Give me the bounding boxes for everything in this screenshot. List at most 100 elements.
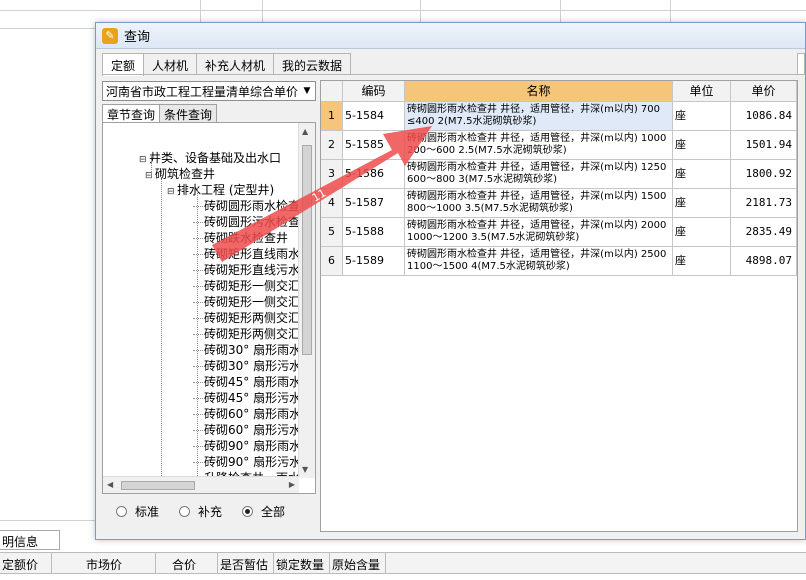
tab-scroll-button[interactable]: [797, 53, 805, 75]
tab-quota[interactable]: 定额: [102, 53, 145, 76]
tree-item[interactable]: 砖砌30° 扇形雨水: [193, 342, 299, 358]
tree-item-label: 砖砌矩形两侧交汇: [204, 311, 299, 325]
cell-price[interactable]: 1800.92: [731, 160, 797, 189]
radio-circle-icon[interactable]: [179, 505, 191, 517]
radio-supplement-label: 补充: [198, 504, 223, 519]
cell-name[interactable]: 砖砌圆形雨水检查井 井径，适用管径，井深(m以内) 1000 200～600 2…: [405, 131, 673, 160]
bg-header-cell[interactable]: 定额价: [0, 553, 52, 573]
tab-my-cloud-data[interactable]: 我的云数据: [273, 53, 352, 75]
tree-item[interactable]: ⊟ 井类、设备基础及出水口: [139, 150, 281, 166]
table-row[interactable]: 1 5-1584 砖砌圆形雨水检查井 井径，适用管径，井深(m以内) 700 ≤40…: [321, 102, 797, 131]
tree-expander-icon[interactable]: ⊟: [167, 184, 177, 200]
tree-item[interactable]: ⊟ 排水工程 (定型井): [167, 182, 274, 198]
cell-unit[interactable]: 座: [673, 160, 731, 189]
cell-code[interactable]: 5-1587: [343, 189, 405, 218]
tree-vertical-scrollbar[interactable]: ▲ ▼: [298, 123, 315, 478]
cell-price[interactable]: 1086.84: [731, 102, 797, 131]
tree-item[interactable]: 砖砌30° 扇形污水: [193, 358, 299, 374]
tree-item[interactable]: 砖砌圆形污水检查井: [193, 214, 299, 230]
tab-chapter-search[interactable]: 章节查询: [102, 104, 161, 123]
tree-item[interactable]: 砖砌矩形一侧交汇: [193, 278, 299, 294]
chevron-down-icon[interactable]: ▼: [299, 86, 315, 96]
bg-grid-line: [420, 0, 421, 24]
dialog-titlebar[interactable]: ✎ 查询: [96, 23, 805, 49]
row-index[interactable]: 3: [321, 160, 343, 189]
tree-item[interactable]: 砖砌90° 扇形雨水: [193, 438, 299, 454]
bg-header-cell[interactable]: 原始含量: [330, 553, 386, 573]
radio-standard[interactable]: 标准: [116, 503, 159, 520]
scrollbar-thumb[interactable]: [121, 481, 195, 490]
column-header-price[interactable]: 单价: [731, 81, 797, 102]
radio-circle-icon[interactable]: [242, 505, 254, 517]
cell-unit[interactable]: 座: [673, 131, 731, 160]
tree-item[interactable]: 砖砌跌水检查井: [193, 230, 288, 246]
cell-name[interactable]: 砖砌圆形雨水检查井 井径，适用管径，井深(m以内) 700 ≤400 2(M7.…: [405, 102, 673, 131]
tree-connector: [193, 286, 203, 287]
tree-item[interactable]: 砖砌60° 扇形雨水: [193, 406, 299, 422]
cell-price[interactable]: 2835.49: [731, 218, 797, 247]
bg-header-cell[interactable]: 合价: [156, 553, 218, 573]
tree-item[interactable]: 砖砌矩形直线污水: [193, 262, 299, 278]
radio-all[interactable]: 全部: [242, 503, 285, 520]
radio-standard-label: 标准: [135, 504, 160, 519]
cell-price[interactable]: 1501.94: [731, 131, 797, 160]
bg-header-cell[interactable]: 锁定数量: [274, 553, 330, 573]
tree-item[interactable]: 砖砌90° 扇形污水: [193, 454, 299, 470]
tree-item[interactable]: 砖砌圆形雨水检查井: [193, 198, 299, 214]
cell-code[interactable]: 5-1589: [343, 247, 405, 276]
cell-name[interactable]: 砖砌圆形雨水检查井 井径，适用管径，井深(m以内) 2500 1100～1500…: [405, 247, 673, 276]
column-header-name[interactable]: 名称: [405, 81, 673, 102]
table-row[interactable]: 2 5-1585 砖砌圆形雨水检查井 井径，适用管径，井深(m以内) 1000 20…: [321, 131, 797, 160]
scroll-down-icon[interactable]: ▼: [302, 465, 308, 474]
cell-code[interactable]: 5-1588: [343, 218, 405, 247]
scroll-right-icon[interactable]: ▶: [289, 480, 295, 489]
tab-labor-material-machine[interactable]: 人材机: [143, 53, 198, 75]
scroll-left-icon[interactable]: ◀: [107, 480, 113, 489]
bg-detail-tab-label: 明信息: [2, 535, 39, 549]
table-row[interactable]: 4 5-1587 砖砌圆形雨水检查井 井径，适用管径，井深(m以内) 1500 80…: [321, 189, 797, 218]
cell-unit[interactable]: 座: [673, 247, 731, 276]
row-index[interactable]: 2: [321, 131, 343, 160]
cell-code[interactable]: 5-1584: [343, 102, 405, 131]
bg-header-cell[interactable]: 是否暂估: [218, 553, 274, 573]
cell-name[interactable]: 砖砌圆形雨水检查井 井径，适用管径，井深(m以内) 1500 800～1000 …: [405, 189, 673, 218]
tree-connector: [193, 238, 203, 239]
tree-item[interactable]: 砖砌矩形一侧交汇: [193, 294, 299, 310]
quota-library-select[interactable]: 河南省市政工程工程量清单综合单价 ▼: [102, 81, 316, 101]
tree-item[interactable]: 砖砌45° 扇形雨水: [193, 374, 299, 390]
tree-item[interactable]: 砖砌45° 扇形污水: [193, 390, 299, 406]
cell-unit[interactable]: 座: [673, 189, 731, 218]
tree-item[interactable]: 砖砌矩形两侧交汇: [193, 310, 299, 326]
table-row[interactable]: 6 5-1589 砖砌圆形雨水检查井 井径，适用管径，井深(m以内) 2500 11…: [321, 247, 797, 276]
bg-header-cell[interactable]: 市场价: [52, 553, 156, 573]
tree-item[interactable]: 砖砌矩形直线雨水: [193, 246, 299, 262]
table-row[interactable]: 3 5-1586 砖砌圆形雨水检查井 井径，适用管径，井深(m以内) 1250 60…: [321, 160, 797, 189]
tree-connector: [193, 446, 203, 447]
cell-name[interactable]: 砖砌圆形雨水检查井 井径，适用管径，井深(m以内) 1250 600～800 3…: [405, 160, 673, 189]
bg-detail-tab[interactable]: 明信息: [0, 530, 60, 550]
row-index[interactable]: 6: [321, 247, 343, 276]
radio-supplement[interactable]: 补充: [179, 503, 222, 520]
column-header-unit[interactable]: 单位: [673, 81, 731, 102]
row-index[interactable]: 1: [321, 102, 343, 131]
cell-unit[interactable]: 座: [673, 218, 731, 247]
cell-name[interactable]: 砖砌圆形雨水检查井 井径，适用管径，井深(m以内) 2000 1000～1200…: [405, 218, 673, 247]
radio-circle-icon[interactable]: [116, 505, 127, 517]
tree-item[interactable]: 砖砌60° 扇形污水: [193, 422, 299, 438]
scroll-up-icon[interactable]: ▲: [302, 127, 308, 136]
tree-horizontal-scrollbar[interactable]: ◀ ▶: [103, 476, 299, 493]
row-index[interactable]: 5: [321, 218, 343, 247]
tree-item[interactable]: 砖砌矩形两侧交汇: [193, 326, 299, 342]
column-header-code[interactable]: 编码: [343, 81, 405, 102]
cell-unit[interactable]: 座: [673, 102, 731, 131]
table-row[interactable]: 5 5-1588 砖砌圆形雨水检查井 井径，适用管径，井深(m以内) 2000 10…: [321, 218, 797, 247]
tree-expander-icon[interactable]: ⊟: [145, 168, 155, 184]
cell-code[interactable]: 5-1585: [343, 131, 405, 160]
tree-item[interactable]: ⊟ 砌筑检查井: [145, 166, 215, 182]
cell-code[interactable]: 5-1586: [343, 160, 405, 189]
cell-price[interactable]: 2181.73: [731, 189, 797, 218]
tab-supplement-material[interactable]: 补充人材机: [196, 53, 275, 75]
cell-price[interactable]: 4898.07: [731, 247, 797, 276]
tab-condition-search[interactable]: 条件查询: [159, 104, 218, 123]
scrollbar-thumb[interactable]: [302, 145, 312, 355]
